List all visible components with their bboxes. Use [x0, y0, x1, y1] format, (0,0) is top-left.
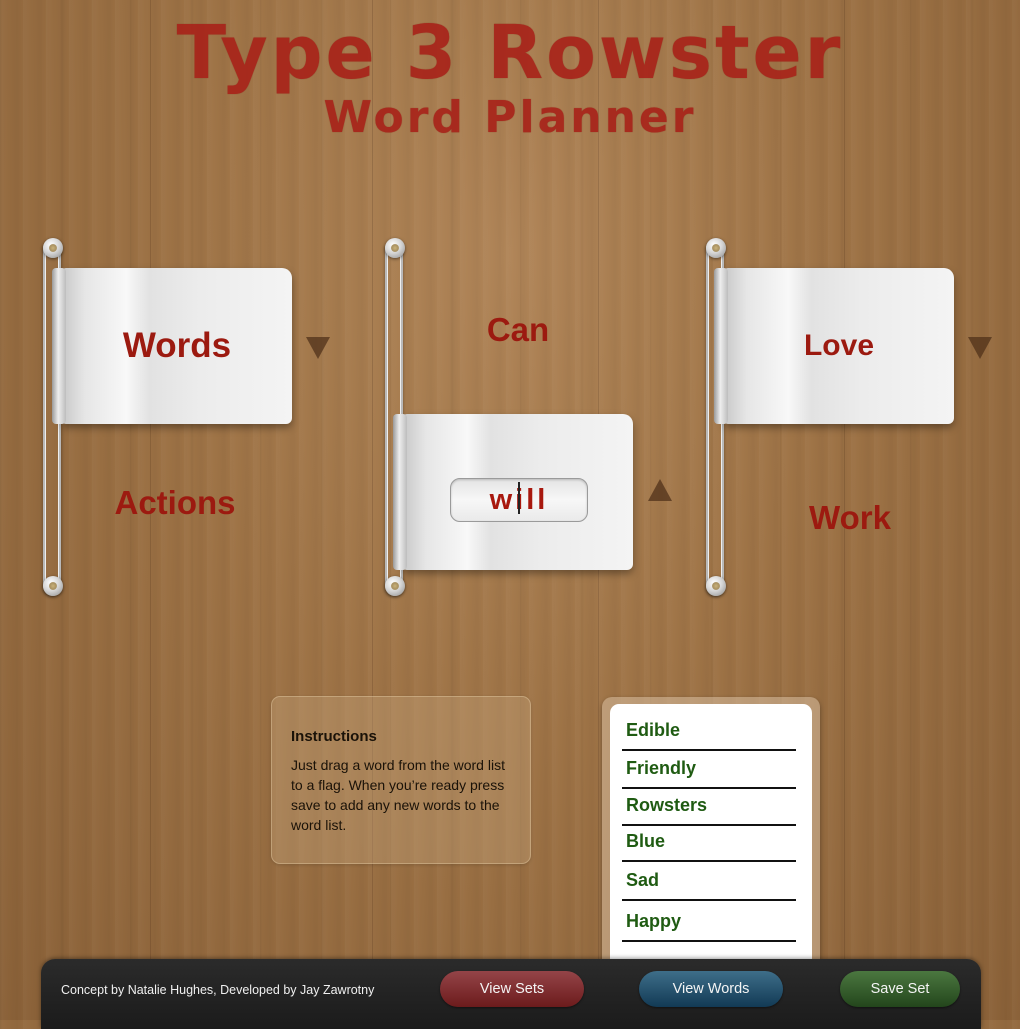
flag-1[interactable]: Words — [52, 268, 292, 424]
word-label: Rowsters — [626, 795, 708, 815]
flag-2[interactable]: will — [393, 414, 633, 570]
pole-bottom-knob — [706, 576, 726, 596]
text-cursor-icon — [518, 482, 520, 514]
word-list-panel: Edible Friendly Rowsters Blue Sad Happy — [602, 697, 820, 977]
move-flag-down-arrow-icon[interactable] — [968, 337, 992, 359]
word-label: Edible — [626, 720, 681, 740]
app-title: Type 3 Rowster — [176, 10, 844, 96]
credits-text: Concept by Natalie Hughes, Developed by … — [61, 983, 375, 997]
pole-bottom-knob — [43, 576, 63, 596]
app-subtitle: Word Planner — [323, 92, 697, 143]
word-list-item[interactable]: Blue — [622, 823, 796, 862]
word-list-item[interactable]: Rowsters — [622, 787, 796, 826]
alternate-word[interactable]: Can — [440, 311, 596, 349]
word-label: Happy — [626, 911, 682, 931]
word-label: Friendly — [626, 758, 697, 778]
word-list[interactable]: Edible Friendly Rowsters Blue Sad Happy — [610, 704, 812, 974]
flag-3[interactable]: Love — [714, 268, 954, 424]
alternate-word[interactable]: Actions — [90, 484, 260, 522]
word-list-item[interactable]: Happy — [622, 903, 796, 942]
save-set-button[interactable]: Save Set — [840, 971, 960, 1007]
alternate-word[interactable]: Work — [770, 499, 930, 537]
view-sets-button[interactable]: View Sets — [440, 971, 584, 1007]
move-flag-up-arrow-icon[interactable] — [648, 479, 672, 501]
wood-seam — [372, 0, 373, 1020]
word-list-item[interactable]: Sad — [622, 862, 796, 901]
word-label: Blue — [626, 831, 666, 851]
instructions-title: Instructions — [291, 728, 377, 745]
pole-top-knob — [706, 238, 726, 258]
view-words-button[interactable]: View Words — [639, 971, 783, 1007]
move-flag-down-arrow-icon[interactable] — [306, 337, 330, 359]
flag-word[interactable]: Love — [724, 329, 954, 363]
word-list-item[interactable]: Edible — [622, 712, 796, 751]
instructions-panel: Instructions Just drag a word from the w… — [271, 696, 531, 864]
pole-bottom-knob — [385, 576, 405, 596]
flag-word[interactable]: Words — [62, 326, 292, 366]
pole-top-knob — [385, 238, 405, 258]
bottom-toolbar: Concept by Natalie Hughes, Developed by … — [41, 959, 981, 1029]
word-list-item[interactable]: Friendly — [622, 750, 796, 789]
word-label: Sad — [626, 870, 660, 890]
flag-word-input[interactable]: will — [450, 478, 588, 522]
instructions-body: Just drag a word from the word list to a… — [291, 757, 505, 833]
pole-top-knob — [43, 238, 63, 258]
